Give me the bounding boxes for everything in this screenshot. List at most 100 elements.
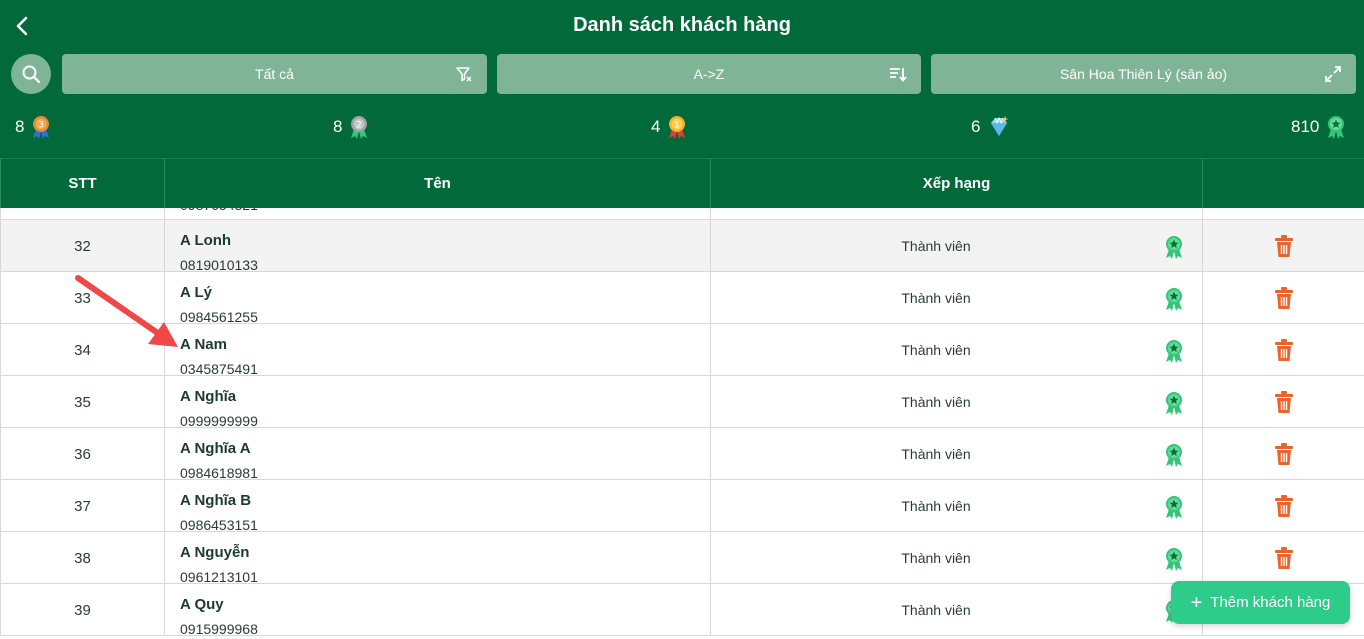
- rank-cell: [711, 208, 1203, 220]
- member-badge-icon[interactable]: [1163, 546, 1185, 572]
- customer-name: A Nam: [180, 336, 227, 353]
- rank-label: Thành viên: [901, 550, 971, 566]
- member-badge-icon[interactable]: [1163, 286, 1185, 312]
- customer-phone: 0819010133: [180, 257, 258, 273]
- filter-all-label: Tất cả: [255, 66, 294, 82]
- rank-cell: Thành viên: [711, 220, 1203, 272]
- column-header-actions: [1203, 159, 1364, 208]
- member-badge-icon[interactable]: [1163, 494, 1185, 520]
- member-badge-icon[interactable]: [1163, 338, 1185, 364]
- customer-phone: 0961213101: [180, 569, 258, 585]
- court-label: Sân Hoa Thiên Lý (sân ảo): [1059, 66, 1228, 82]
- table-row[interactable]: 38 A Nguyễn 0961213101 Thành viên: [0, 532, 1364, 585]
- customer-name: A Quy: [180, 596, 224, 613]
- trash-icon[interactable]: [1273, 546, 1295, 570]
- rank-cell: Thành viên: [711, 324, 1203, 376]
- trash-icon[interactable]: [1273, 286, 1295, 310]
- actions-cell: [1203, 208, 1364, 220]
- search-button[interactable]: [11, 54, 51, 94]
- sort-dropdown[interactable]: A->Z: [497, 54, 921, 94]
- filter-icon: [456, 67, 472, 82]
- stat-diamond-count: 6: [971, 117, 981, 136]
- actions-cell: [1203, 324, 1364, 376]
- back-button[interactable]: [8, 12, 36, 40]
- customer-name: A Nguyễn: [180, 544, 250, 561]
- rank-label: Thành viên: [901, 290, 971, 306]
- name-cell[interactable]: A Lonh 0819010133: [165, 220, 711, 273]
- table-row[interactable]: 39 A Quy 0915999968 Thành viên: [0, 584, 1364, 637]
- stt-cell: 33: [0, 272, 165, 324]
- stt-cell: 36: [0, 428, 165, 480]
- name-cell[interactable]: A Lý 0984561255: [165, 272, 711, 325]
- svg-text:3: 3: [39, 121, 45, 131]
- stat-member: 810: [1291, 112, 1347, 142]
- column-header-name[interactable]: Tên: [165, 159, 711, 208]
- stat-diamond: 6: [971, 112, 1012, 142]
- rank-cell: Thành viên: [711, 532, 1203, 584]
- rank-label: Thành viên: [901, 602, 971, 618]
- name-cell[interactable]: A Nghĩa A 0984618981: [165, 428, 711, 481]
- stt-cell: 34: [0, 324, 165, 376]
- diamond-icon: [991, 116, 1009, 136]
- stt-cell: 39: [0, 584, 165, 636]
- stt-cell: 38: [0, 532, 165, 584]
- rank-label: Thành viên: [901, 238, 971, 254]
- chevron-left-icon: [16, 16, 28, 36]
- customer-name: A Lý: [180, 284, 212, 301]
- table-row[interactable]: 36 A Nghĩa A 0984618981 Thành viên: [0, 428, 1364, 481]
- customer-name: A Nghĩa A: [180, 440, 251, 457]
- plus-icon: +: [1190, 591, 1203, 614]
- trash-icon[interactable]: [1273, 234, 1295, 258]
- name-cell[interactable]: A Nguyễn 0961213101: [165, 532, 711, 585]
- member-badge-icon[interactable]: [1163, 390, 1185, 416]
- search-icon: [22, 65, 41, 84]
- trash-icon[interactable]: [1273, 442, 1295, 466]
- rank-cell: Thành viên: [711, 428, 1203, 480]
- filter-all-dropdown[interactable]: Tất cả: [62, 54, 487, 94]
- member-badge-icon[interactable]: [1163, 234, 1185, 260]
- customer-name: A Nghĩa B: [180, 492, 252, 509]
- stat-bronze-count: 8: [15, 117, 25, 136]
- actions-cell: [1203, 220, 1364, 272]
- add-customer-label: Thêm khách hàng: [1210, 594, 1331, 611]
- table-header: STT Tên Xếp hạng: [0, 158, 1364, 208]
- column-header-stt[interactable]: STT: [0, 159, 165, 208]
- add-customer-button[interactable]: + Thêm khách hàng: [1171, 581, 1350, 624]
- table-row-partial[interactable]: 0987654321: [0, 208, 1364, 220]
- table-row[interactable]: 33 A Lý 0984561255 Thành viên: [0, 272, 1364, 325]
- stt-cell: 32: [0, 220, 165, 272]
- customer-phone: 0915999968: [180, 621, 258, 637]
- app-header: Danh sách khách hàng Tất cả A->Z Sân Hoa…: [0, 0, 1364, 158]
- name-cell[interactable]: A Quy 0915999968: [165, 584, 711, 637]
- member-badge-icon[interactable]: [1163, 442, 1185, 468]
- table-row[interactable]: 34 A Nam 0345875491 Thành viên: [0, 324, 1364, 377]
- table-row[interactable]: 32 A Lonh 0819010133 Thành viên: [0, 220, 1364, 273]
- svg-text:1: 1: [675, 121, 681, 131]
- table-row[interactable]: 37 A Nghĩa B 0986453151 Thành viên: [0, 480, 1364, 533]
- customer-name: A Nghĩa: [180, 388, 237, 405]
- customer-phone: 0984618981: [180, 465, 258, 481]
- stat-member-count: 810: [1291, 117, 1320, 136]
- court-dropdown[interactable]: Sân Hoa Thiên Lý (sân ảo): [931, 54, 1356, 94]
- table-body[interactable]: 0987654321 32A Lonh0819010133Thành viên3…: [0, 208, 1364, 639]
- rank-label: Thành viên: [901, 394, 971, 410]
- stat-bronze: 8 3: [15, 112, 52, 142]
- stat-silver: 8 2: [333, 112, 370, 142]
- table-row[interactable]: 35 A Nghĩa 0999999999 Thành viên: [0, 376, 1364, 429]
- actions-cell: [1203, 376, 1364, 428]
- name-cell[interactable]: A Nam 0345875491: [165, 324, 711, 377]
- name-cell[interactable]: A Nghĩa 0999999999: [165, 376, 711, 429]
- rank-cell: Thành viên: [711, 376, 1203, 428]
- trash-icon[interactable]: [1273, 494, 1295, 518]
- stt-cell: [0, 208, 165, 220]
- name-cell[interactable]: A Nghĩa B 0986453151: [165, 480, 711, 533]
- stt-cell: 37: [0, 480, 165, 532]
- column-header-rank[interactable]: Xếp hạng: [711, 159, 1203, 208]
- trash-icon[interactable]: [1273, 338, 1295, 362]
- rank-cell: Thành viên: [711, 584, 1203, 636]
- member-star-icon: [1328, 116, 1345, 139]
- page-title: Danh sách khách hàng: [573, 14, 791, 36]
- customer-phone: 0345875491: [180, 361, 258, 377]
- trash-icon[interactable]: [1273, 390, 1295, 414]
- stt-cell: 35: [0, 376, 165, 428]
